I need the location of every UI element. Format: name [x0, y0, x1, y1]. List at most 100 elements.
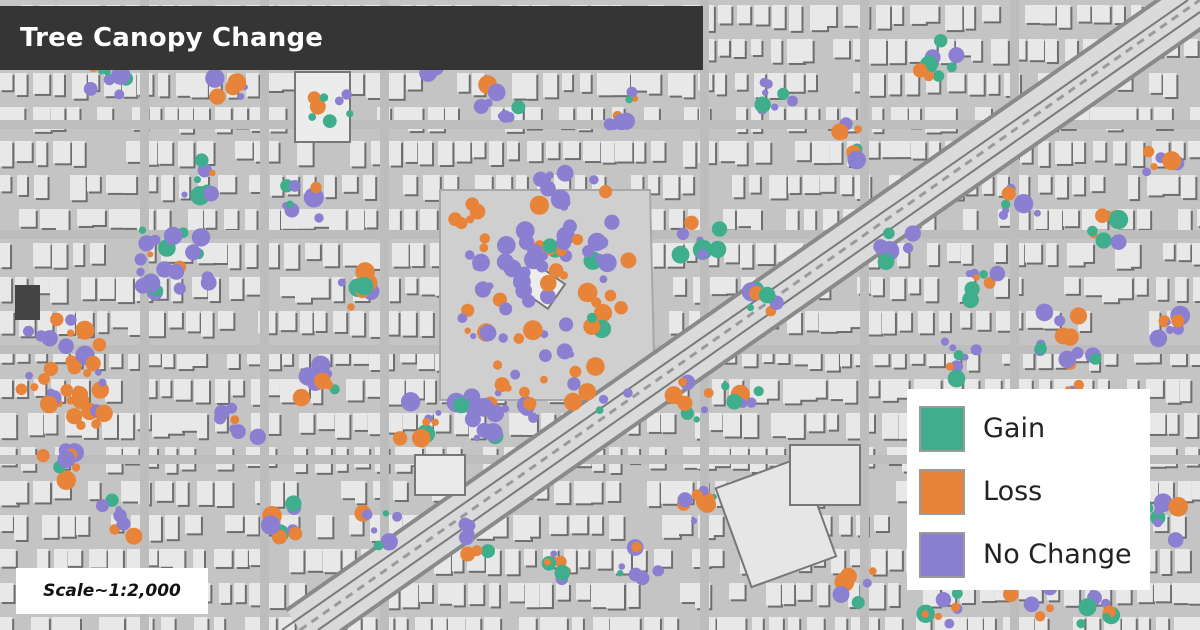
- canopy-patch: [599, 185, 613, 199]
- canopy-patch: [1076, 619, 1086, 629]
- canopy-patch: [604, 289, 617, 302]
- canopy-patch: [422, 417, 431, 426]
- canopy-patch: [623, 388, 633, 398]
- canopy-patch: [949, 344, 957, 352]
- canopy-patch: [562, 219, 577, 234]
- canopy-patch: [953, 350, 964, 361]
- canopy-patch: [370, 527, 378, 534]
- canopy-patch: [1078, 598, 1097, 617]
- canopy-patch: [539, 349, 552, 362]
- canopy-patch: [66, 408, 83, 425]
- canopy-patch: [578, 383, 597, 401]
- legend-label-no-change: No Change: [983, 539, 1132, 570]
- canopy-patch: [285, 495, 302, 512]
- canopy-patch: [136, 267, 145, 277]
- canopy-patch: [677, 395, 693, 411]
- canopy-patch: [308, 113, 317, 121]
- canopy-patch: [289, 180, 301, 192]
- canopy-patch: [831, 123, 849, 141]
- canopy-patch: [201, 271, 214, 283]
- canopy-patch: [510, 369, 521, 380]
- canopy-patch: [625, 95, 633, 104]
- canopy-patch: [676, 227, 690, 240]
- canopy-patch: [556, 164, 574, 182]
- canopy-patch: [571, 234, 584, 246]
- canopy-patch: [163, 226, 183, 246]
- canopy-patch: [138, 235, 155, 252]
- canopy-patch: [472, 253, 490, 272]
- canopy-patch: [92, 338, 107, 352]
- canopy-patch: [138, 226, 147, 234]
- canopy-patch: [23, 325, 34, 337]
- canopy-patch: [523, 397, 537, 411]
- canopy-patch: [690, 517, 698, 525]
- canopy-patch: [114, 89, 125, 100]
- canopy-patch: [191, 228, 211, 247]
- canopy-patch: [60, 384, 74, 397]
- canopy-patch: [921, 610, 929, 618]
- canopy-patch: [1166, 325, 1174, 334]
- canopy-patch: [698, 495, 716, 513]
- canopy-patch: [185, 244, 201, 261]
- legend-item-no-change: No Change: [919, 523, 1138, 586]
- canopy-patch: [95, 404, 113, 422]
- canopy-patch: [700, 406, 709, 414]
- canopy-patch: [95, 499, 109, 513]
- canopy-patch: [604, 214, 620, 230]
- canopy-patch: [693, 416, 700, 423]
- canopy-patch: [529, 195, 550, 215]
- canopy-patch: [484, 423, 503, 442]
- canopy-patch: [948, 47, 965, 64]
- legend-item-loss: Loss: [919, 460, 1138, 523]
- canopy-patch: [620, 252, 637, 269]
- canopy-patch: [586, 312, 597, 323]
- canopy-patch: [209, 169, 216, 177]
- canopy-patch: [209, 88, 226, 105]
- canopy-patch: [464, 327, 471, 334]
- canopy-patch: [758, 286, 776, 304]
- canopy-patch: [535, 260, 549, 273]
- canopy-patch: [1108, 209, 1129, 230]
- canopy-patch: [458, 529, 475, 546]
- canopy-patch: [1001, 199, 1011, 209]
- title-banner: Tree Canopy Change: [0, 6, 703, 70]
- canopy-patch: [1142, 145, 1155, 158]
- canopy-patch: [697, 249, 709, 260]
- gain-swatch: [919, 405, 965, 452]
- canopy-patch: [556, 235, 572, 251]
- scale-indicator: Scale~1:2,000: [16, 568, 208, 614]
- canopy-patch: [448, 212, 463, 227]
- canopy-patch: [877, 253, 895, 270]
- legend-label-loss: Loss: [983, 476, 1043, 507]
- canopy-patch: [1149, 329, 1168, 348]
- canopy-patch: [42, 396, 58, 412]
- canopy-patch: [631, 541, 642, 553]
- canopy-patch: [1102, 613, 1111, 622]
- canopy-patch: [998, 210, 1009, 220]
- canopy-patch: [1150, 163, 1158, 171]
- canopy-patch: [205, 68, 225, 88]
- canopy-patch: [528, 412, 539, 423]
- scale-label: Scale~1:2,000: [43, 581, 181, 601]
- canopy-patch: [703, 388, 714, 398]
- canopy-patch: [322, 114, 337, 128]
- canopy-patch: [194, 153, 209, 167]
- canopy-patch: [411, 428, 431, 448]
- canopy-patch: [965, 270, 973, 278]
- canopy-patch: [36, 449, 50, 463]
- canopy-patch: [515, 282, 532, 300]
- canopy-patch: [314, 372, 331, 390]
- canopy-patch: [940, 337, 950, 346]
- canopy-patch: [945, 362, 955, 371]
- canopy-patch: [847, 150, 866, 170]
- canopy-patch: [613, 113, 630, 131]
- canopy-patch: [759, 77, 769, 88]
- canopy-patch: [617, 570, 624, 577]
- canopy-patch: [527, 244, 538, 256]
- canopy-patch: [1142, 167, 1151, 177]
- canopy-patch: [115, 506, 122, 513]
- canopy-patch: [771, 103, 779, 111]
- canopy-patch: [392, 431, 408, 446]
- canopy-patch: [1095, 232, 1112, 249]
- canopy-patch: [540, 375, 548, 384]
